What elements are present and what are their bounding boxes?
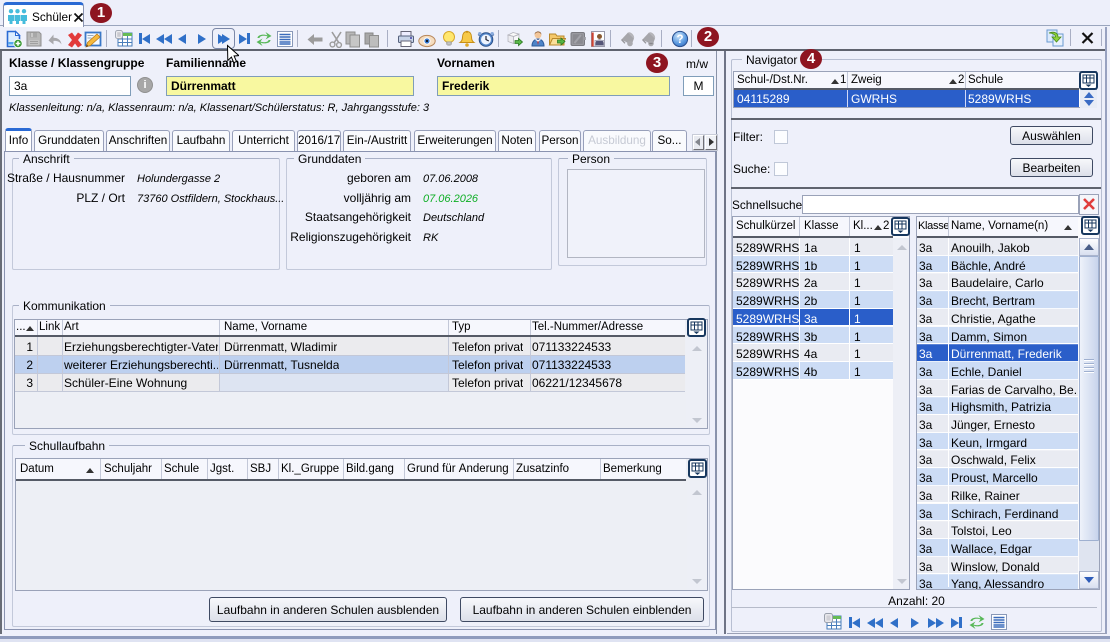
svg-text:?: ?	[676, 34, 683, 46]
